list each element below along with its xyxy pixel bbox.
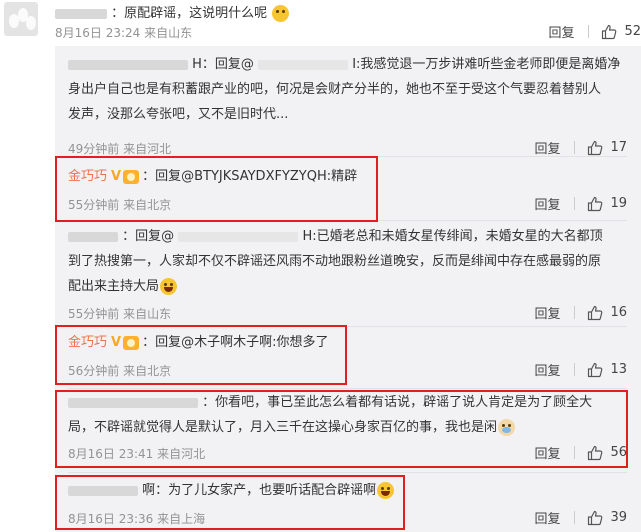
divider xyxy=(574,306,576,319)
like-count: 16 xyxy=(610,305,627,320)
reply-text-line: 金巧巧 V ：回复@木子啊木子啊:你想多了 xyxy=(68,335,329,350)
reply-meta: 49分钟前 来自河北 xyxy=(68,142,172,156)
reply-button[interactable]: 回复 xyxy=(548,22,574,41)
thumbs-up-icon[interactable] xyxy=(587,305,603,321)
replies-panel: H：回复@ I:我感觉退一万步讲难听些金老师即便是离婚净 身出户自己也是有积蓄跟… xyxy=(55,46,641,532)
thumbs-up-icon[interactable] xyxy=(587,445,603,461)
reply-text-line: 到了热搜第一，人家却不仅不辟谣还风雨不动地跟粉丝道晚安，反而是绯闻中存在感最弱的… xyxy=(68,254,602,269)
thumbs-up-icon[interactable] xyxy=(587,196,603,212)
like-count: 52 xyxy=(624,24,641,39)
reply-text-line: 配出来主持大局 xyxy=(68,276,627,298)
emoji-icon xyxy=(377,482,395,499)
reply-actions: 回复 39 xyxy=(534,508,627,527)
reply-text-line: 啊：为了儿女家产，也要听话配合辟谣啊 xyxy=(68,480,627,502)
top-comment: ：原配辟谣，这说明什么呢 8月16日 23:24 来自山东 回复 52 xyxy=(55,0,641,44)
reply-item: H：回复@ I:我感觉退一万步讲难听些金老师即便是离婚净 身出户自己也是有积蓄跟… xyxy=(55,54,641,158)
reply-button[interactable]: 回复 xyxy=(534,360,560,379)
emoji-icon xyxy=(272,5,290,22)
divider xyxy=(68,472,627,473)
like-count: 13 xyxy=(610,362,627,377)
reply-button[interactable]: 回复 xyxy=(534,303,560,322)
thumbs-up-icon[interactable] xyxy=(587,140,603,156)
top-comment-text: ：原配辟谣，这说明什么呢 xyxy=(55,2,290,22)
divider xyxy=(68,388,627,389)
reply-actions: 回复 56 xyxy=(534,443,627,462)
divider xyxy=(68,220,627,221)
top-comment-meta: 8月16日 23:24 来自山东 xyxy=(55,26,193,40)
fan-badge-icon xyxy=(123,335,140,350)
reply-text-line: ：你看吧，事已至此怎么着都有话说，辟谣了说人肯定是为了顾全大 xyxy=(68,392,627,414)
reply-meta: 8月16日 23:41 来自河北 xyxy=(68,447,206,461)
reply-meta: 56分钟前 来自北京 xyxy=(68,364,172,378)
divider xyxy=(68,156,627,157)
like-count: 39 xyxy=(610,510,627,525)
reply-actions: 回复 13 xyxy=(534,360,627,379)
username-redacted[interactable] xyxy=(68,231,118,242)
thumbs-up-icon[interactable] xyxy=(587,510,603,526)
username-redacted[interactable] xyxy=(68,59,188,70)
reply-item: ：回复@ H:已婚老总和未婚女星传绯闻，未婚女星的大名都顶 到了热搜第一，人家却… xyxy=(55,226,641,326)
like-count: 56 xyxy=(610,445,627,460)
verified-badge: V xyxy=(111,169,122,184)
username-redacted[interactable] xyxy=(68,397,198,408)
reply-text-line: 金巧巧 V ：回复@BTYJKSAYDXFYZYQH:精辟 xyxy=(68,169,358,184)
reply-actions: 回复 17 xyxy=(534,138,627,157)
reply-meta: 55分钟前 来自北京 xyxy=(68,198,172,212)
reply-button[interactable]: 回复 xyxy=(534,508,560,527)
divider xyxy=(574,511,576,524)
divider xyxy=(574,197,576,210)
fan-badge-icon xyxy=(123,169,140,184)
reply-item: 啊：为了儿女家产，也要听话配合辟谣啊 8月16日 23:36 来自上海 回复 3… xyxy=(55,480,641,530)
reply-actions: 回复 16 xyxy=(534,303,627,322)
mention-redacted[interactable] xyxy=(178,231,299,242)
divider xyxy=(574,141,576,154)
reply-meta: 8月16日 23:36 来自上海 xyxy=(68,512,206,526)
top-comment-actions: 回复 52 xyxy=(548,22,641,41)
mention-redacted[interactable] xyxy=(258,59,349,70)
username-redacted[interactable] xyxy=(68,485,138,496)
emoji-icon xyxy=(498,419,516,436)
like-count: 17 xyxy=(610,140,627,155)
like-count: 19 xyxy=(610,196,627,211)
emoji-icon xyxy=(160,278,178,295)
reply-text-line: 发声，没那么夸张吧，又不是旧时代... xyxy=(68,107,289,122)
reply-button[interactable]: 回复 xyxy=(534,138,560,157)
reply-text-line: 身出户自己也是有积蓄跟产业的吧，何况是会财产分半的，她也不至于受这个气要忍着替别… xyxy=(68,82,602,97)
divider xyxy=(574,446,576,459)
username-link[interactable]: 金巧巧 xyxy=(68,169,107,184)
reply-text-line: ：回复@ H:已婚老总和未婚女星传绯闻，未婚女星的大名都顶 xyxy=(68,226,627,248)
reply-item: 金巧巧 V ：回复@木子啊木子啊:你想多了 56分钟前 来自北京 回复 13 xyxy=(55,332,641,384)
reply-actions: 回复 19 xyxy=(534,194,627,213)
username-redacted[interactable] xyxy=(55,8,107,19)
divider xyxy=(574,363,576,376)
divider xyxy=(68,326,627,327)
thumbs-up-icon[interactable] xyxy=(587,362,603,378)
verified-badge: V xyxy=(111,335,122,350)
reply-item: ：你看吧，事已至此怎么着都有话说，辟谣了说人肯定是为了顾全大 局，不辟谣就觉得人… xyxy=(55,392,641,466)
reply-button[interactable]: 回复 xyxy=(534,194,560,213)
divider xyxy=(588,25,590,38)
avatar[interactable] xyxy=(4,2,38,36)
reply-text-line: H：回复@ I:我感觉退一万步讲难听些金老师即便是离婚净 xyxy=(68,54,627,76)
reply-text-line: 局，不辟谣就觉得人是默认了，月入三千在这操心身家百亿的事，我也是闲 xyxy=(68,417,627,439)
thumbs-up-icon[interactable] xyxy=(601,24,617,40)
reply-meta: 55分钟前 来自山东 xyxy=(68,307,172,321)
reply-item: 金巧巧 V ：回复@BTYJKSAYDXFYZYQH:精辟 55分钟前 来自北京 回… xyxy=(55,166,641,218)
reply-button[interactable]: 回复 xyxy=(534,443,560,462)
username-link[interactable]: 金巧巧 xyxy=(68,335,107,350)
